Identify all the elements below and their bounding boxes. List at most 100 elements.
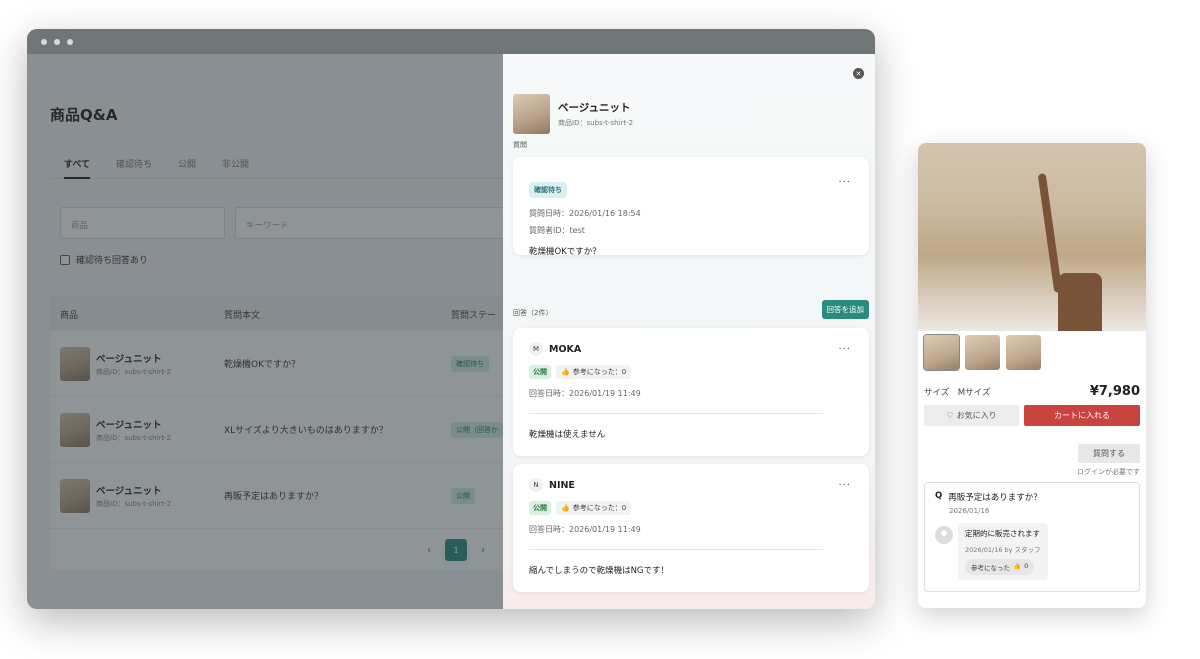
product-cell: ベージュニット 商品ID：subs-t-shirt-2 [50,412,224,447]
question-text: 乾燥機OKですか？ [529,247,601,257]
chevron-right-icon[interactable]: › [481,545,485,556]
question-date: 2026/01/16 [949,507,990,515]
product-name: ベージュニット [96,485,162,497]
bag [1058,273,1102,331]
answer-text: 乾燥機は使えません [529,430,606,440]
question-card: 確認待ち ··· 質問日時：2026/01/16 18:54 質問者ID：tes… [513,157,869,257]
heart-icon: ♡ [946,411,954,420]
login-required-note: ログインが必要です [1077,468,1140,476]
table-row[interactable]: ベージュニット 商品ID：subs-t-shirt-2 XLサイズより大きいもの… [50,397,520,463]
product-thumbnail[interactable] [965,335,1000,370]
question-date: 質問日時：2026/01/16 18:54 [529,209,641,218]
product-id: 商品ID：subs-t-shirt-2 [96,499,172,508]
table-header: 商品 質問本文 質問ステー [50,297,520,331]
answerer-name: NINE [549,479,575,491]
product-name: ベージュニット [96,419,162,431]
size-label: サイズ Mサイズ [924,387,991,398]
product-name: ベージュニット [96,353,162,365]
product-cell: ベージュニット 商品ID：subs-t-shirt-2 [50,346,224,381]
helpful-count: 👍 参考になった：0 [556,501,632,515]
image-thumbnails [918,331,1146,374]
tab-all[interactable]: すべて [64,149,91,179]
window-titlebar [27,29,875,54]
status-badge: 確認待ち [451,355,489,372]
add-to-cart-button[interactable]: カートに入れる [1024,405,1140,426]
product-thumbnail [60,346,90,381]
product-thumbnail [513,94,550,134]
question-detail-drawer: ✕ ベージュニット 商品ID：subs-t-shirt-2 質問 確認待ち ··… [503,54,875,609]
tab-private[interactable]: 非公開 [222,149,249,179]
helpful-count: 👍 参考になった：0 [556,365,632,379]
answers-section-label: 回答（2件） [513,309,553,317]
product-id: 商品ID：subs-t-shirt-2 [96,367,172,376]
window-dot-icon[interactable] [67,38,73,45]
helpful-button[interactable]: 参考になった 👍 0 [965,559,1035,575]
question-text: 再販予定はありますか？ [948,493,1042,503]
answerer-name: MOKA [549,343,582,355]
product-thumbnail[interactable] [1006,335,1041,370]
answer-card: M MOKA ··· 公開 👍 参考になった：0 回答日時：2026/01/19… [513,328,869,456]
checkbox[interactable] [60,254,70,265]
avatar-icon [935,526,953,544]
price: ¥7,980 [1089,384,1140,399]
answer-text: 縮んでしまうので乾燥機はNGです！ [529,566,670,576]
table-row[interactable]: ベージュニット 商品ID：subs-t-shirt-2 乾燥機OKですか？ 確認… [50,331,520,397]
tab-public[interactable]: 公開 [178,149,196,179]
page-number-button[interactable]: 1 [445,539,467,561]
question-text: 乾燥機OKですか？ [224,360,300,370]
checkbox-label: 確認待ち回答あり [76,256,149,266]
status-badge: 公開 [451,487,475,504]
tab-pending[interactable]: 確認待ち [116,149,152,179]
pagination: ‹ 1 › [427,539,485,561]
close-icon[interactable]: ✕ [853,68,864,79]
product-hero-image [918,143,1146,331]
divider [529,413,823,414]
product-name: ベージュニット [558,102,631,114]
thumbs-up-icon: 👍 [561,368,570,376]
more-icon[interactable]: ··· [838,480,851,491]
table-row[interactable]: ベージュニット 商品ID：subs-t-shirt-2 再販予定はありますか？ … [50,463,520,529]
answer-date: 回答日時：2026/01/19 11:49 [529,525,641,534]
add-answer-button[interactable]: 回答を追加 [821,300,869,319]
admin-main: 商品Q&A すべて 確認待ち 公開 非公開 商品 キーワード 確認待ち回答あり … [27,54,520,609]
avatar-icon: N [529,478,543,492]
ask-question-button[interactable]: 質問する [1078,444,1140,463]
question-text: 再販予定はありますか？ [224,492,324,502]
answer-date: 回答日時：2026/01/19 11:49 [529,389,641,398]
column-header-status: 質問ステー [451,310,497,321]
thumbs-up-icon: 👍 [561,504,570,512]
answer-bubble: 定期的に販売されます 2026/01/16 by スタッフ 参考になった 👍 0 [958,523,1048,580]
window-dot-icon[interactable] [54,38,60,45]
product-filter-input[interactable]: 商品 [60,207,225,239]
status-badge: 公開（回答か [451,421,503,438]
filter-row: 商品 キーワード [60,207,515,239]
question-section-label: 質問 [513,141,527,149]
window-dot-icon[interactable] [41,38,47,45]
column-header-product: 商品 [60,310,79,321]
pending-answers-filter[interactable]: 確認待ち回答あり [60,253,148,266]
chevron-left-icon[interactable]: ‹ [427,545,431,556]
avatar-icon: M [529,342,543,356]
status-badge: 確認待ち [529,182,567,198]
status-tabs: すべて 確認待ち 公開 非公開 [50,149,510,179]
more-icon[interactable]: ··· [838,177,851,188]
product-id: 商品ID：subs-t-shirt-2 [96,433,172,442]
mobile-product-page: サイズ Mサイズ ¥7,980 ♡ お気に入り カートに入れる 質問する ログイ… [918,143,1146,608]
answer-card: N NINE ··· 公開 👍 参考になった：0 回答日時：2026/01/19… [513,464,869,592]
size-price-row: サイズ Mサイズ ¥7,980 [918,374,1146,399]
answer-meta: 2026/01/16 by スタッフ [965,546,1041,554]
page-title: 商品Q&A [50,106,118,124]
admin-window: 商品Q&A すべて 確認待ち 公開 非公開 商品 キーワード 確認待ち回答あり … [27,29,875,609]
product-thumbnail[interactable] [923,334,960,371]
product-thumbnail [60,478,90,513]
favorite-button[interactable]: ♡ お気に入り [924,405,1019,426]
question-row: Q 再販予定はありますか？ [935,491,1129,503]
question-text: XLサイズより大きいものはありますか？ [224,426,388,436]
product-id: 商品ID：subs-t-shirt-2 [558,119,634,127]
status-badge: 公開 [529,365,551,379]
keyword-search-input[interactable]: キーワード [235,207,515,239]
bag-strap [1037,173,1063,293]
more-icon[interactable]: ··· [838,344,851,355]
divider [529,549,823,550]
status-badge: 公開 [529,501,551,515]
